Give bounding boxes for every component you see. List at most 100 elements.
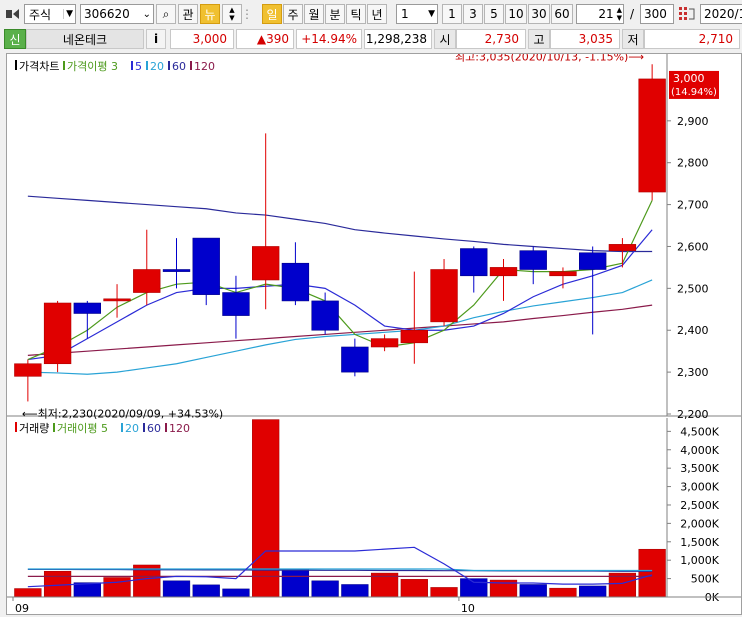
candle-body <box>638 78 666 193</box>
last-price-label: 3,000 <box>673 72 705 85</box>
chevron-down-icon: ▼ <box>428 9 435 19</box>
settings-grid-icon[interactable] <box>676 4 698 24</box>
period-button[interactable]: 일 <box>262 4 282 24</box>
volume-bar <box>579 585 607 598</box>
period-button[interactable]: 년 <box>367 4 387 24</box>
volume-bar <box>103 577 131 598</box>
price-tick-label: 2,400 <box>677 324 709 337</box>
period-button[interactable]: 분 <box>325 4 345 24</box>
volume-tick-label: 3,000K <box>680 481 719 494</box>
period-button[interactable]: 월 <box>304 4 324 24</box>
x-tick-label: 10 <box>461 602 475 614</box>
legend-marker <box>63 61 65 70</box>
legend-marker <box>143 423 145 432</box>
price-tick-label: 2,300 <box>677 366 709 379</box>
volume-tick-label: 4,500K <box>680 425 719 438</box>
price-tick-label: 2,600 <box>677 240 709 253</box>
date-input[interactable]: 2020/1 <box>700 4 742 24</box>
view-count-value: 21 <box>598 7 614 21</box>
slash-label: / <box>629 7 635 21</box>
volume-bar <box>549 587 577 598</box>
high-label: 고 <box>528 29 550 49</box>
total-count-input[interactable]: 300 <box>640 4 674 24</box>
code-value: 306620 <box>84 7 130 21</box>
panel-toggle-icon[interactable] <box>4 4 22 24</box>
candle-body <box>281 262 310 302</box>
quick-count-button[interactable]: 1 <box>442 4 462 24</box>
market-select[interactable]: 주식 ▼ <box>24 4 76 24</box>
quick-count-button[interactable]: 10 <box>505 4 527 24</box>
separator: ⋮ <box>241 7 253 21</box>
price-tick-label: 2,800 <box>677 157 709 170</box>
volume-bar <box>43 570 72 598</box>
volume-bar <box>638 548 666 598</box>
candle-body <box>460 248 488 277</box>
count-select[interactable]: 1 ▼ <box>396 4 438 24</box>
chart-panel[interactable]: 2,200 2,300 2,400 2,500 2,600 2,700 2,800 2,900… <box>6 50 742 615</box>
search-button[interactable]: ⌕ <box>156 4 176 24</box>
info-button[interactable]: i <box>146 29 166 49</box>
volume-bar <box>460 578 488 598</box>
price-tick-label: 2,200 <box>677 408 709 421</box>
candle-body <box>608 244 637 251</box>
candle-body <box>14 363 42 377</box>
news-button[interactable]: 뉴 <box>200 4 220 24</box>
price-legend-item: 5 <box>135 60 142 73</box>
quick-count-button[interactable]: 30 <box>528 4 550 24</box>
favorite-button[interactable]: 관 <box>178 4 198 24</box>
code-input[interactable]: 306620 ⌄ <box>80 4 154 24</box>
chart-svg[interactable]: 2,200 2,300 2,400 2,500 2,600 2,700 2,800 2,900… <box>7 50 741 615</box>
volume-bar <box>281 569 310 598</box>
candle-body <box>430 269 458 323</box>
new-listing-badge: 신 <box>4 29 26 49</box>
volume-legend-item: 거래이평 5 <box>57 422 108 435</box>
quick-count-button[interactable]: 60 <box>551 4 573 24</box>
volume-bar <box>519 584 547 598</box>
spin-button[interactable]: ▲ ▼ <box>222 4 242 24</box>
arrow-up-icon: ▲ <box>229 6 235 14</box>
volume-tick-label: 2,500K <box>680 499 719 512</box>
legend-marker <box>121 423 123 432</box>
chevron-down-icon: ▼ <box>63 9 73 19</box>
price-legend-item: 60 <box>172 60 186 73</box>
price-tick-label: 2,700 <box>677 199 709 212</box>
volume-tick-label: 1,500K <box>680 536 719 549</box>
quick-count-button[interactable]: 5 <box>484 4 504 24</box>
legend-marker <box>168 61 170 70</box>
volume-bar <box>430 587 458 598</box>
view-count-stepper[interactable]: 21 ▲ ▼ <box>576 4 624 24</box>
candle-body <box>370 338 399 348</box>
toolbar: 주식 ▼ 306620 ⌄ ⌕ 관 뉴 ▲ ▼ ⋮ 일주월분틱년 1 ▼ 1351… <box>0 0 742 28</box>
legend-marker <box>15 422 17 432</box>
price-tick-label: 2,500 <box>677 282 709 295</box>
volume-bar <box>162 580 191 598</box>
volume-bar <box>311 580 339 598</box>
legend-marker <box>165 423 167 432</box>
candle-body <box>519 250 547 270</box>
legend-marker <box>190 61 192 70</box>
candle-body <box>103 298 131 302</box>
volume-legend-item: 20 <box>125 422 139 435</box>
period-button[interactable]: 틱 <box>346 4 366 24</box>
search-icon: ⌕ <box>162 6 170 21</box>
legend-marker <box>53 423 55 432</box>
price-change-pct: +14.94% <box>296 29 362 49</box>
candle-body <box>489 267 518 277</box>
high-annotation: 최고:3,035(2020/10/13, -1.15%)⟶ <box>455 54 644 63</box>
high-price: 3,035 <box>550 29 620 49</box>
x-tick-label: 09 <box>15 602 29 614</box>
stepper-arrows-icon: ▲ ▼ <box>616 6 622 22</box>
candle-body <box>311 300 339 331</box>
volume-bar <box>222 588 250 598</box>
volume-tick-label: 1,000K <box>680 554 719 567</box>
quick-count-button[interactable]: 3 <box>463 4 483 24</box>
candle-body <box>192 237 220 295</box>
stock-info-bar: 신 네온테크 i 3,000 ▲390 +14.94% 1,298,238 시 … <box>0 28 742 50</box>
candle-body <box>341 346 369 373</box>
open-label: 시 <box>434 29 456 49</box>
period-button[interactable]: 주 <box>283 4 303 24</box>
volume-tick-label: 2,000K <box>680 517 719 530</box>
candle-body <box>400 329 428 344</box>
current-price: 3,000 <box>170 29 234 49</box>
volume-legend-item: 120 <box>169 422 190 435</box>
